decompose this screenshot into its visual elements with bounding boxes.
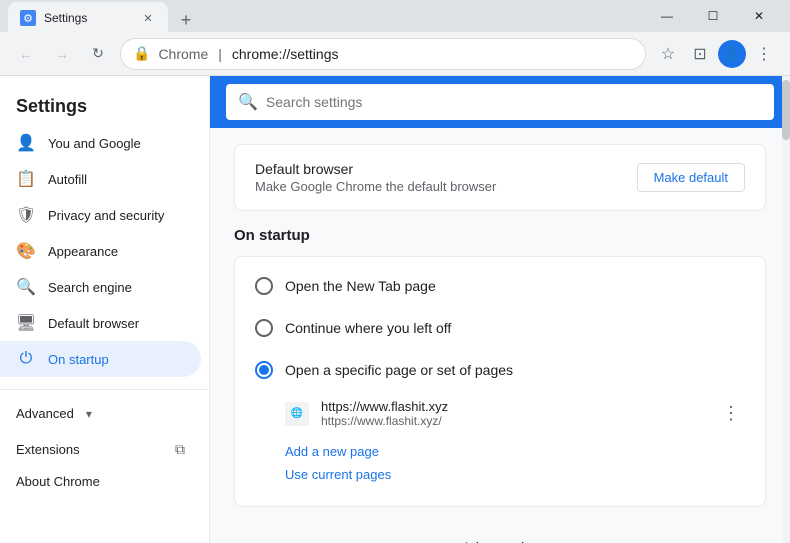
title-bar: ⚙ Settings ✕ + — ☐ ✕ — [0, 0, 790, 32]
address-url: chrome://settings — [232, 46, 339, 62]
action-links: Add a new page Use current pages — [235, 436, 765, 486]
new-tab-button[interactable]: + — [172, 6, 200, 34]
appearance-icon: 🎨 — [16, 241, 36, 261]
account-button[interactable]: 👤 — [718, 40, 746, 68]
default-browser-desc: Make Google Chrome the default browser — [255, 179, 496, 194]
radio-label-continue: Continue where you left off — [285, 320, 451, 336]
extensions-button[interactable]: ⊡ — [686, 40, 714, 68]
lock-icon: 🔒 — [133, 45, 150, 62]
sidebar-item-about-chrome[interactable]: About Chrome — [0, 466, 201, 497]
sidebar-privacy-label: Privacy and security — [48, 208, 164, 223]
tab-close-button[interactable]: ✕ — [140, 10, 156, 26]
minimize-button[interactable]: — — [644, 0, 690, 32]
use-current-pages-link[interactable]: Use current pages — [285, 467, 745, 482]
menu-button[interactable]: ⋮ — [750, 40, 778, 68]
sidebar-item-on-startup[interactable]: ⏻ On startup — [0, 341, 201, 377]
external-link-icon: ⧉ — [175, 441, 185, 458]
advanced-label: Advanced — [462, 539, 524, 543]
sidebar-item-autofill[interactable]: 📋 Autofill — [0, 161, 201, 197]
power-icon: ⏻ — [16, 349, 36, 369]
page-url: https://www.flashit.xyz — [321, 399, 705, 414]
autofill-icon: 📋 — [16, 169, 36, 189]
tab-bar: ⚙ Settings ✕ + — [8, 0, 640, 34]
radio-label-specific: Open a specific page or set of pages — [285, 362, 513, 378]
advanced-section-label: Advanced — [16, 406, 74, 421]
scrollbar-track[interactable] — [782, 76, 790, 543]
radio-specific-pages[interactable]: Open a specific page or set of pages — [235, 349, 765, 391]
default-browser-card: Default browser Make Google Chrome the d… — [234, 144, 766, 211]
startup-page-entry: 🌐 https://www.flashit.xyz https://www.fl… — [235, 391, 765, 436]
advanced-chevron-icon: ▾ — [86, 407, 92, 421]
toolbar-icons: ☆ ⊡ 👤 ⋮ — [654, 40, 778, 68]
tab-favicon: ⚙ — [20, 10, 36, 26]
sidebar-on-startup-label: On startup — [48, 352, 109, 367]
sidebar-item-search-engine[interactable]: 🔍 Search engine — [0, 269, 201, 305]
main-content: Settings 👤 You and Google 📋 Autofill 🛡 P… — [0, 76, 790, 543]
sidebar-default-browser-label: Default browser — [48, 316, 139, 331]
default-browser-text: Default browser Make Google Chrome the d… — [255, 161, 496, 194]
bookmark-button[interactable]: ☆ — [654, 40, 682, 68]
browser-icon: 🖥 — [16, 313, 36, 333]
search-icon: 🔍 — [238, 92, 258, 112]
sidebar-about-label: About Chrome — [16, 474, 100, 489]
radio-circle-specific — [255, 361, 273, 379]
refresh-button[interactable]: ↻ — [84, 40, 112, 68]
sidebar-item-privacy[interactable]: 🛡 Privacy and security — [0, 197, 201, 233]
search-bar: 🔍 — [210, 76, 790, 128]
sidebar-advanced-section[interactable]: Advanced ▾ — [0, 398, 209, 429]
sidebar-item-you-and-google[interactable]: 👤 You and Google — [0, 125, 201, 161]
sidebar-autofill-label: Autofill — [48, 172, 87, 187]
radio-label-new-tab: Open the New Tab page — [285, 278, 436, 294]
forward-button[interactable]: → — [48, 40, 76, 68]
address-bar: ← → ↻ 🔒 Chrome | chrome://settings ☆ ⊡ 👤… — [0, 32, 790, 76]
sidebar-divider — [0, 389, 209, 390]
address-label: Chrome — [158, 46, 208, 62]
radio-new-tab[interactable]: Open the New Tab page — [235, 265, 765, 307]
default-browser-title: Default browser — [255, 161, 496, 177]
page-content: 🔍 Default browser Make Google Chrome the… — [210, 76, 790, 543]
sidebar-search-label: Search engine — [48, 280, 132, 295]
page-favicon: 🌐 — [285, 402, 309, 426]
make-default-button[interactable]: Make default — [637, 163, 745, 192]
settings-gear-icon: ⚙ — [23, 12, 33, 25]
search-input-wrapper[interactable]: 🔍 — [226, 84, 774, 120]
browser-frame: ⚙ Settings ✕ + — ☐ ✕ ← → ↻ 🔒 Chrome | ch… — [0, 0, 790, 543]
tab-title: Settings — [44, 11, 132, 25]
page-url-sub: https://www.flashit.xyz/ — [321, 414, 705, 428]
radio-circle-new-tab — [255, 277, 273, 295]
sidebar-item-appearance[interactable]: 🎨 Appearance — [0, 233, 201, 269]
shield-icon: 🛡 — [16, 205, 36, 225]
sidebar-item-extensions[interactable]: Extensions ⧉ — [0, 433, 201, 466]
radio-continue[interactable]: Continue where you left off — [235, 307, 765, 349]
page-favicon-icon: 🌐 — [291, 408, 303, 419]
address-input[interactable]: 🔒 Chrome | chrome://settings — [120, 38, 646, 70]
person-icon: 👤 — [16, 133, 36, 153]
radio-circle-continue — [255, 319, 273, 337]
page-info: https://www.flashit.xyz https://www.flas… — [321, 399, 705, 428]
sidebar-item-default-browser[interactable]: 🖥 Default browser — [0, 305, 201, 341]
content-area: Default browser Make Google Chrome the d… — [210, 128, 790, 523]
back-button[interactable]: ← — [12, 40, 40, 68]
sidebar-you-and-google-label: You and Google — [48, 136, 141, 151]
sidebar: Settings 👤 You and Google 📋 Autofill 🛡 P… — [0, 76, 210, 543]
add-new-page-link[interactable]: Add a new page — [285, 444, 745, 459]
advanced-section-bottom[interactable]: Advanced ▾ — [210, 523, 790, 543]
search-engine-icon: 🔍 — [16, 277, 36, 297]
sidebar-title: Settings — [0, 84, 209, 125]
close-button[interactable]: ✕ — [736, 0, 782, 32]
scrollbar-thumb[interactable] — [782, 80, 790, 140]
on-startup-title: On startup — [234, 227, 766, 244]
settings-tab[interactable]: ⚙ Settings ✕ — [8, 2, 168, 34]
window-controls: — ☐ ✕ — [644, 0, 782, 32]
startup-card: Open the New Tab page Continue where you… — [234, 256, 766, 507]
maximize-button[interactable]: ☐ — [690, 0, 736, 32]
page-more-button[interactable]: ⋮ — [717, 400, 745, 428]
sidebar-extensions-label: Extensions — [16, 442, 80, 457]
search-input[interactable] — [266, 94, 762, 110]
sidebar-appearance-label: Appearance — [48, 244, 118, 259]
